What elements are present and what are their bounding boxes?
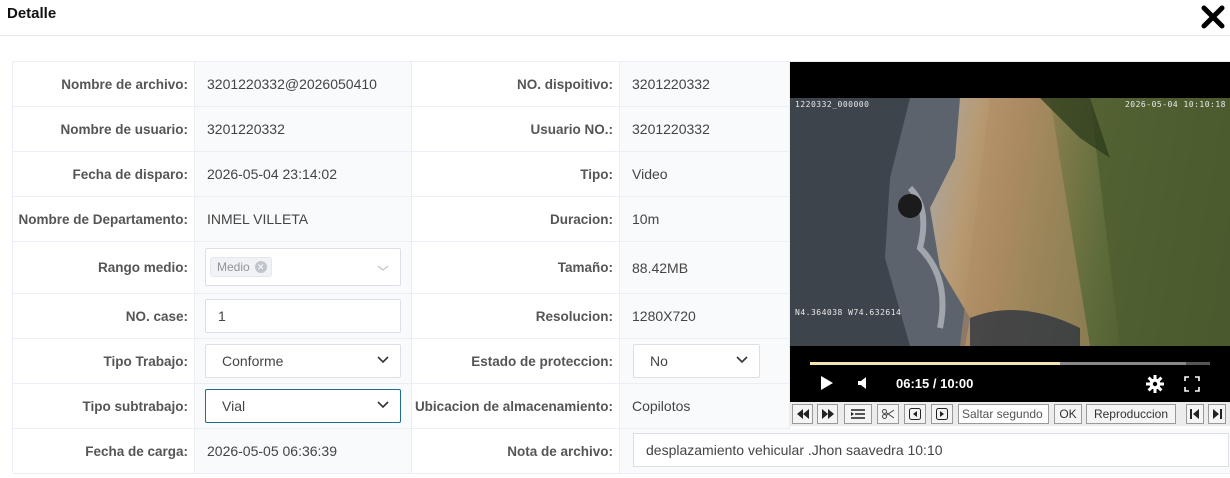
playback-toolbar: Saltar segundo OK Reproduccion xyxy=(790,402,1230,426)
value-ubicacion: Copilotos xyxy=(620,384,790,429)
estado-proteccion-select[interactable]: No xyxy=(633,344,760,378)
value-tamano: 88.42MB xyxy=(620,242,790,294)
label-tamano: Tamaño: xyxy=(412,242,620,294)
gear-icon[interactable] xyxy=(1146,375,1164,393)
value-usuario-no: 3201220332 xyxy=(620,107,790,152)
time-display: 06:15 / 10:00 xyxy=(896,376,974,391)
value-fecha-disparo: 2026-05-04 23:14:02 xyxy=(195,152,412,197)
tipo-trabajo-value: Conforme xyxy=(222,353,284,369)
video-frame[interactable]: 1220332_000000 2026-05-04 10:10:18 N4.36… xyxy=(790,98,1230,346)
chevron-down-icon xyxy=(377,356,389,364)
chevron-down-icon xyxy=(377,401,389,409)
value-departamento: INMEL VILLETA xyxy=(195,197,412,242)
rango-medio-cell: Medio ✕ xyxy=(195,242,412,294)
dialog-header: Detalle xyxy=(0,0,1230,36)
playback-mode-button[interactable]: Reproduccion xyxy=(1086,404,1176,424)
list-button[interactable] xyxy=(844,404,872,424)
value-tipo: Video xyxy=(620,152,790,197)
value-duracion: 10m xyxy=(620,197,790,242)
rango-medio-tag-label: Medio xyxy=(217,260,250,274)
label-estado-proteccion: Estado de proteccion: xyxy=(412,339,620,384)
rango-medio-tag: Medio ✕ xyxy=(210,257,272,277)
clip-button[interactable] xyxy=(877,404,899,424)
tipo-trabajo-select[interactable]: Conforme xyxy=(205,344,401,378)
rewind-button[interactable] xyxy=(792,404,813,424)
label-tipo-subtrabajo: Tipo subtrabajo: xyxy=(13,384,195,429)
chevron-down-icon xyxy=(736,356,748,364)
label-tipo-trabajo: Tipo Trabajo: xyxy=(13,339,195,384)
fullscreen-icon[interactable] xyxy=(1184,376,1200,392)
skip-start-icon xyxy=(1190,409,1199,419)
label-nota: Nota de archivo: xyxy=(412,429,620,474)
label-nombre-usuario: Nombre de usuario: xyxy=(13,107,195,152)
label-usuario-no: Usuario NO.: xyxy=(412,107,620,152)
label-departamento: Nombre de Departamento: xyxy=(13,197,195,242)
osd-device: 1220332_000000 xyxy=(795,100,870,109)
jump-seconds-input[interactable]: Saltar segundo xyxy=(958,404,1049,424)
ok-button[interactable]: OK xyxy=(1054,404,1082,424)
tipo-trabajo-cell: Conforme xyxy=(195,339,412,384)
nota-archivo-input[interactable]: desplazamiento vehicular .Jhon saavedra … xyxy=(633,433,1229,467)
label-no-case: NO. case: xyxy=(13,294,195,339)
label-rango-medio: Rango medio: xyxy=(13,242,195,294)
next-frame-button[interactable] xyxy=(931,404,953,424)
prev-frame-icon xyxy=(909,408,921,420)
rango-medio-select[interactable]: Medio ✕ xyxy=(205,248,401,286)
label-duracion: Duracion: xyxy=(412,197,620,242)
video-controls: 06:15 / 10:00 xyxy=(790,346,1230,406)
tipo-subtrabajo-value: Vial xyxy=(222,398,246,414)
tag-close-icon[interactable]: ✕ xyxy=(254,261,267,273)
estado-proteccion-value: No xyxy=(650,353,668,369)
value-resolucion: 1280X720 xyxy=(620,294,790,339)
prev-frame-button[interactable] xyxy=(904,404,926,424)
label-no-dispositivo: NO. dispoitivo: xyxy=(412,62,620,107)
scissors-icon xyxy=(882,409,894,419)
no-case-cell: 1 xyxy=(195,294,412,339)
label-tipo: Tipo: xyxy=(412,152,620,197)
volume-icon[interactable] xyxy=(856,376,870,390)
close-icon[interactable] xyxy=(1200,4,1226,30)
tipo-subtrabajo-cell: Vial xyxy=(195,384,412,429)
value-no-dispositivo: 3201220332 xyxy=(620,62,790,107)
value-fecha-carga: 2026-05-05 06:36:39 xyxy=(195,429,412,474)
seek-played xyxy=(810,362,1060,365)
value-nombre-usuario: 3201220332 xyxy=(195,107,412,152)
value-nombre-archivo: 3201220332@2026050410 xyxy=(195,62,412,107)
label-resolucion: Resolucion: xyxy=(412,294,620,339)
label-nombre-archivo: Nombre de archivo: xyxy=(13,62,195,107)
tipo-subtrabajo-select[interactable]: Vial xyxy=(205,389,401,423)
no-case-input[interactable]: 1 xyxy=(205,299,401,333)
video-player[interactable]: 1220332_000000 2026-05-04 10:10:18 N4.36… xyxy=(790,62,1230,426)
seek-bar[interactable] xyxy=(810,362,1210,365)
skip-end-icon xyxy=(1213,409,1222,419)
label-ubicacion: Ubicacion de almacenamiento: xyxy=(412,384,620,429)
first-file-button[interactable] xyxy=(1186,404,1204,424)
fast-forward-icon xyxy=(821,409,834,419)
osd-gps: N4.364038 W74.632614 xyxy=(795,308,902,317)
chevron-down-icon xyxy=(377,265,389,271)
label-fecha-carga: Fecha de carga: xyxy=(13,429,195,474)
fast-forward-button[interactable] xyxy=(817,404,838,424)
osd-datetime: 2026-05-04 10:10:18 xyxy=(1124,100,1226,109)
list-icon xyxy=(851,409,865,419)
dialog-title: Detalle xyxy=(7,5,57,22)
estado-proteccion-cell: No xyxy=(620,339,790,384)
play-icon[interactable] xyxy=(820,375,834,391)
next-frame-icon xyxy=(936,408,948,420)
rewind-icon xyxy=(796,409,809,419)
last-file-button[interactable] xyxy=(1208,404,1226,424)
label-fecha-disparo: Fecha de disparo: xyxy=(13,152,195,197)
